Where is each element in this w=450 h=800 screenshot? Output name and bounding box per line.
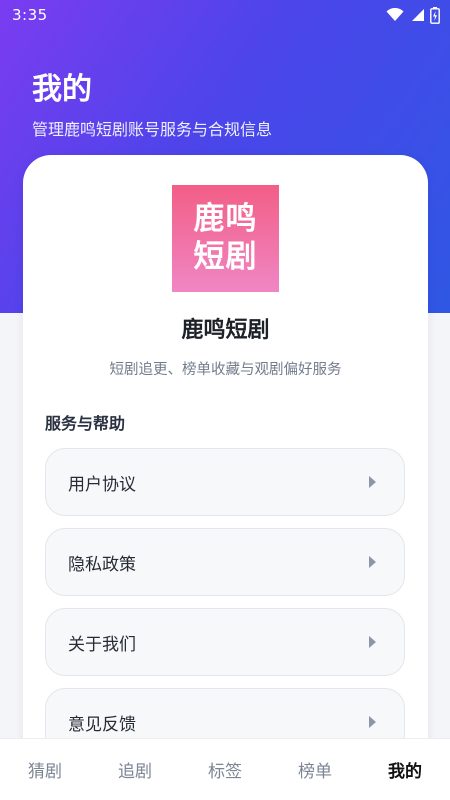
page-subtitle: 管理鹿鸣短剧账号服务与合规信息	[32, 120, 273, 139]
menu-item-about-us[interactable]: 关于我们	[45, 608, 405, 676]
services-list: 用户协议 隐私政策 关于我们 意见反馈	[45, 448, 405, 768]
menu-item-privacy-policy[interactable]: 隐私政策	[45, 528, 405, 596]
app-logo-text-line2: 短剧	[193, 238, 258, 275]
app-logo: 鹿鸣 短剧	[172, 185, 279, 292]
chevron-right-icon	[369, 636, 376, 648]
status-time: 3:35	[12, 6, 48, 24]
menu-item-user-agreement[interactable]: 用户协议	[45, 448, 405, 516]
tab-tags[interactable]: 标签	[180, 739, 270, 800]
signal-icon	[412, 9, 424, 21]
app-name: 鹿鸣短剧	[181, 318, 270, 343]
menu-item-label: 关于我们	[68, 634, 136, 655]
app-logo-text-line1: 鹿鸣	[193, 200, 258, 237]
status-icons	[386, 6, 440, 24]
tab-guess[interactable]: 猜剧	[0, 739, 90, 800]
tab-rankings[interactable]: 榜单	[270, 739, 360, 800]
battery-icon	[430, 6, 440, 24]
bottom-tab-bar: 猜剧 追剧 标签 榜单 我的	[0, 738, 450, 800]
tab-follow[interactable]: 追剧	[90, 739, 180, 800]
section-title: 服务与帮助	[45, 414, 126, 433]
menu-item-label: 意见反馈	[68, 714, 136, 735]
profile-card: 鹿鸣 短剧 鹿鸣短剧 短剧追更、榜单收藏与观剧偏好服务 服务与帮助 用户协议 隐…	[23, 155, 428, 795]
wifi-icon	[386, 8, 404, 21]
chevron-right-icon	[369, 476, 376, 488]
app-description: 短剧追更、榜单收藏与观剧偏好服务	[109, 362, 342, 378]
chevron-right-icon	[369, 556, 376, 568]
page-title: 我的	[32, 72, 92, 107]
tab-mine[interactable]: 我的	[360, 739, 450, 800]
chevron-right-icon	[369, 716, 376, 728]
menu-item-label: 用户协议	[68, 474, 136, 495]
status-bar: 3:35	[0, 0, 450, 30]
menu-item-label: 隐私政策	[68, 554, 136, 575]
